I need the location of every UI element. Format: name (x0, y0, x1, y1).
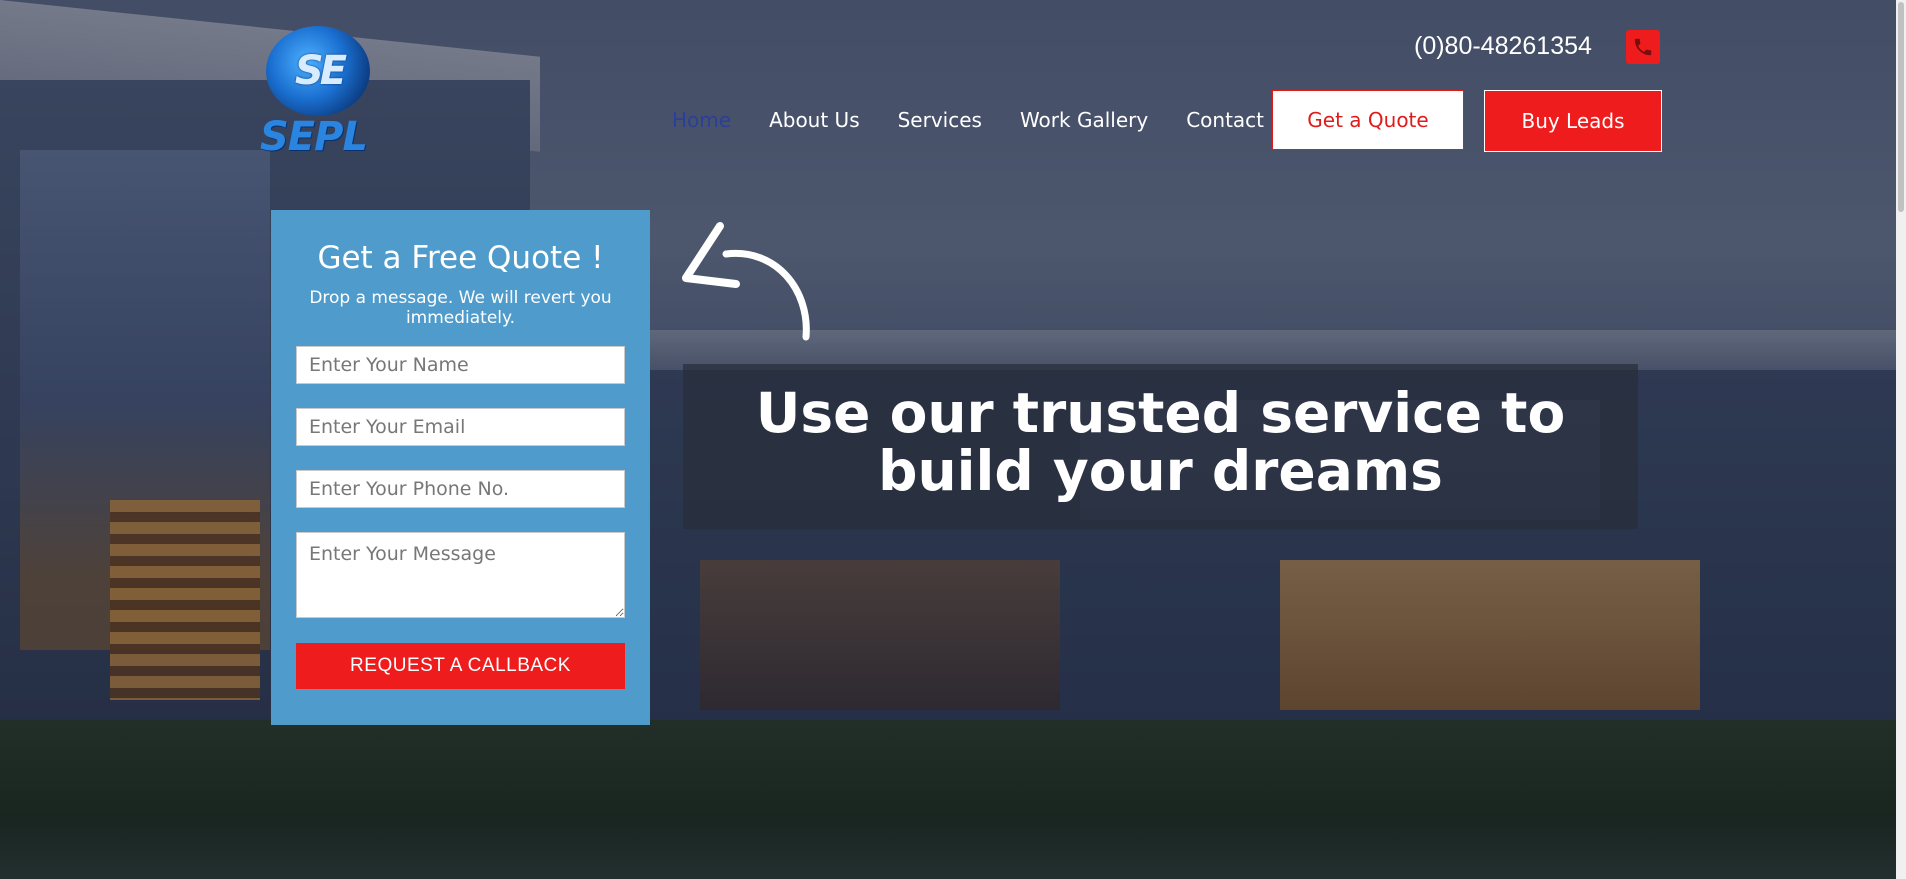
phone-number[interactable]: (0)80-48261354 (1414, 32, 1592, 61)
logo-wordmark: SEPL (260, 114, 368, 160)
get-a-quote-button[interactable]: Get a Quote (1272, 90, 1464, 150)
page-scrollbar-thumb[interactable] (1898, 2, 1904, 212)
nav-services[interactable]: Services (898, 108, 982, 132)
nav-about-us[interactable]: About Us (769, 108, 860, 132)
curved-arrow-icon (682, 222, 810, 341)
site-logo[interactable]: SE SEPL (258, 22, 388, 160)
request-callback-button[interactable]: REQUEST A CALLBACK (296, 643, 625, 689)
name-input[interactable] (296, 346, 625, 384)
phone-input[interactable] (296, 470, 625, 508)
message-textarea[interactable] (296, 532, 625, 618)
main-nav: Home About Us Services Work Gallery Cont… (672, 108, 1302, 132)
email-input[interactable] (296, 408, 625, 446)
phone-icon[interactable] (1626, 30, 1660, 64)
logo-mark: SE (294, 48, 347, 94)
form-title: Get a Free Quote ! (317, 240, 604, 276)
quote-form: Get a Free Quote ! Drop a message. We wi… (271, 210, 650, 725)
nav-contact[interactable]: Contact (1186, 108, 1264, 132)
form-subtitle: Drop a message. We will revert you immed… (309, 288, 612, 328)
buy-leads-button[interactable]: Buy Leads (1484, 90, 1662, 152)
phone-icon-glyph (1634, 38, 1652, 56)
hero-headline: Use our trusted service to build your dr… (755, 381, 1566, 503)
nav-work-gallery[interactable]: Work Gallery (1020, 108, 1148, 132)
nav-home[interactable]: Home (672, 108, 731, 132)
